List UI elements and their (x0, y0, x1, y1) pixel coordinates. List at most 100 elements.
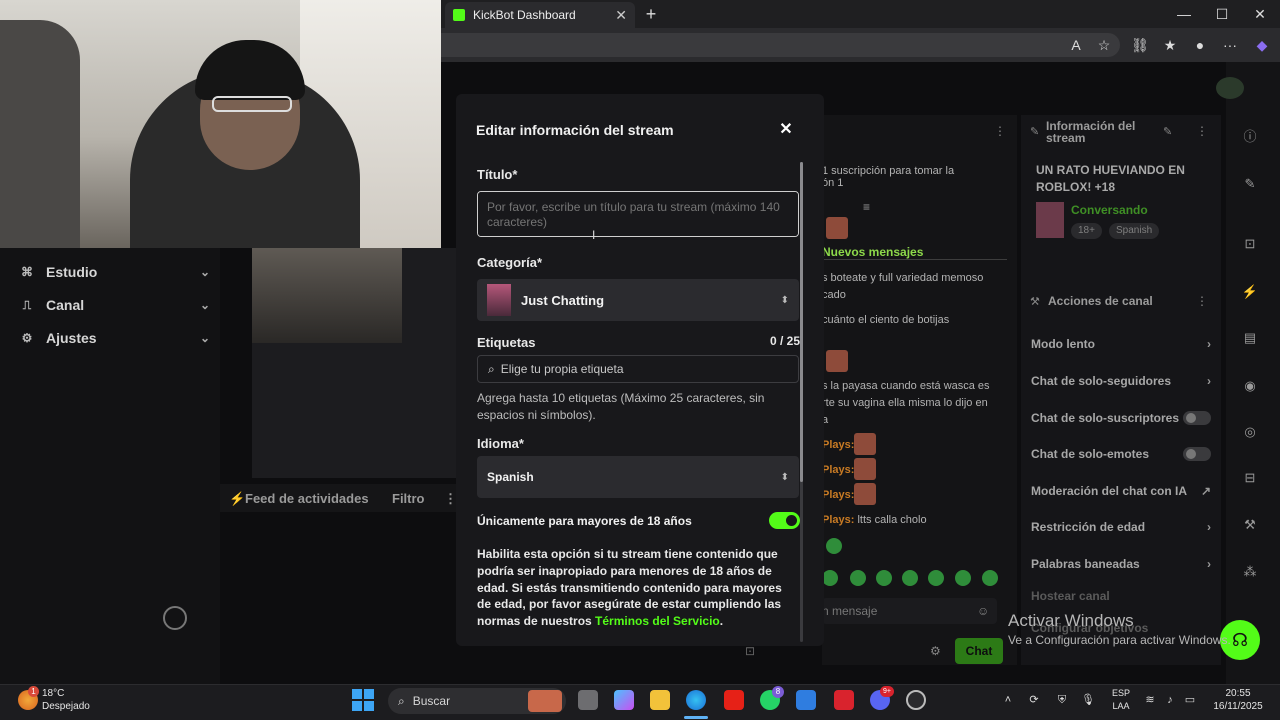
broadcast-icon[interactable]: ◎ (1240, 422, 1260, 442)
chat-message: Plays: ltts calla cholo (822, 512, 1012, 528)
bolt-icon[interactable]: ⚡ (1240, 282, 1260, 302)
wrench-icon: ✎ (1030, 126, 1040, 138)
avatar[interactable] (1216, 77, 1244, 99)
security-icon[interactable]: ⛨ (1054, 692, 1070, 708)
start-button[interactable] (352, 689, 374, 711)
youtube-icon[interactable] (724, 690, 744, 710)
taskbar-search[interactable]: ⌕ Buscar (388, 688, 566, 714)
close-icon[interactable]: ✕ (776, 120, 796, 140)
language-indicator-top[interactable]: ESP (1106, 688, 1136, 698)
category-select[interactable]: Just Chatting ⬍ (477, 279, 799, 321)
task-view-icon[interactable] (578, 690, 598, 710)
sidebar-item-estudio[interactable]: ⌘ Estudio ⌄ (20, 260, 210, 284)
terms-of-service-link[interactable]: Términos del Servicio (595, 614, 720, 628)
chat-send-button[interactable]: Chat (955, 638, 1003, 664)
stream-category[interactable]: Conversando (1071, 203, 1148, 217)
emotes-only-toggle[interactable] (1183, 447, 1211, 461)
weather-temperature[interactable]: 18°C (42, 688, 64, 699)
gear-icon[interactable]: ⚙ (930, 644, 941, 658)
favorites-icon[interactable]: ★ (1160, 35, 1180, 55)
search-highlight-icon (528, 690, 562, 712)
minimize-button[interactable]: — (1172, 4, 1196, 24)
sidebar-item-canal[interactable]: ⎍ Canal ⌄ (20, 293, 210, 317)
edge-icon[interactable] (686, 690, 706, 710)
chat-input[interactable]: n mensaje (822, 598, 997, 624)
close-window-button[interactable]: ✕ (1248, 4, 1272, 24)
new-tab-button[interactable]: + (641, 4, 661, 24)
action-ai-moderation[interactable]: Moderación del chat con IA ↗ (1031, 484, 1211, 498)
copilot-app-icon[interactable] (614, 690, 634, 710)
scrollbar-thumb[interactable] (800, 162, 803, 482)
emote (928, 570, 944, 586)
file-explorer-icon[interactable] (650, 690, 670, 710)
pencil-icon[interactable]: ✎ (1240, 174, 1260, 194)
adult-only-toggle[interactable] (769, 512, 800, 529)
info-icon[interactable]: ⓘ (1240, 127, 1260, 147)
weather-condition[interactable]: Despejado (42, 701, 90, 712)
favorite-star-icon[interactable]: ☆ (1094, 35, 1114, 55)
action-emotes-only[interactable]: Chat de solo-emotes (1031, 447, 1211, 461)
more-icon[interactable]: ⋮ (994, 124, 1006, 138)
chat-mode-icon[interactable]: ⊡ (745, 644, 755, 658)
webcam-bystander (0, 20, 80, 248)
action-slow-mode[interactable]: Modo lento › (1031, 337, 1211, 351)
emote (854, 458, 876, 480)
emoji-icon[interactable]: ☺ (977, 604, 989, 618)
emote (826, 217, 848, 239)
more-icon[interactable]: ⋮ (1196, 124, 1208, 138)
volume-icon[interactable]: ♪ (1162, 692, 1178, 708)
clock-date[interactable]: 16/11/2025 (1205, 701, 1271, 712)
more-icon[interactable]: ⋮ (1196, 294, 1208, 308)
chevron-down-icon: ⌄ (199, 265, 210, 279)
external-link-icon: ↗ (1200, 484, 1211, 498)
chat-username[interactable]: Plays: (822, 514, 854, 526)
wps-office-icon[interactable] (834, 690, 854, 710)
subscribers-only-toggle[interactable] (1183, 411, 1211, 425)
tab-kickbot-dashboard[interactable]: KickBot Dashboard ✕ (445, 2, 635, 28)
close-tab-icon[interactable]: ✕ (615, 7, 627, 24)
collapse-icon[interactable]: ≡ (863, 200, 870, 214)
chat-username[interactable]: Plays: (822, 489, 854, 501)
edit-icon[interactable]: ✎ (1163, 125, 1172, 138)
chat-username[interactable]: Plays: (822, 439, 854, 451)
chat-username[interactable]: Plays: (822, 464, 854, 476)
tag-pill: 18+ (1071, 223, 1102, 239)
layout-icon[interactable]: ⊟ (1240, 468, 1260, 488)
whatsapp-badge: 8 (772, 686, 784, 698)
read-aloud-icon[interactable]: A (1066, 35, 1086, 55)
language-value: Spanish (487, 470, 534, 484)
wrench-icon[interactable]: ⚒ (1240, 515, 1260, 535)
copilot-icon[interactable]: ◆ (1252, 35, 1272, 55)
address-bar[interactable] (440, 33, 1120, 57)
clock-time[interactable]: 20:55 (1205, 688, 1271, 699)
sidebar-item-ajustes[interactable]: ⚙ Ajustes ⌄ (20, 326, 210, 350)
chevron-up-icon[interactable]: ˄ (1000, 692, 1016, 708)
language-indicator-bottom[interactable]: LAA (1106, 701, 1136, 711)
action-banned-words[interactable]: Palabras baneadas › (1031, 557, 1211, 571)
maximize-button[interactable]: ☐ (1210, 4, 1234, 24)
filter-button[interactable]: Filtro (392, 491, 425, 506)
profile-icon[interactable]: ● (1190, 35, 1210, 55)
store-icon[interactable] (796, 690, 816, 710)
language-select[interactable]: Spanish ⬍ (477, 456, 799, 498)
action-followers-only[interactable]: Chat de solo-seguidores › (1031, 374, 1211, 388)
more-icon[interactable]: ··· (1220, 35, 1240, 55)
settings-dots-icon[interactable]: ⁂ (1240, 562, 1260, 582)
sync-icon[interactable]: ⟳ (1026, 692, 1042, 708)
action-age-restriction[interactable]: Restricción de edad › (1031, 520, 1211, 534)
stream-title-input[interactable] (477, 191, 799, 237)
microphone-icon[interactable]: 🎙 (1080, 692, 1096, 708)
chat-bubble-icon[interactable]: ◉ (1240, 376, 1260, 396)
wifi-icon[interactable]: ≋ (1142, 692, 1158, 708)
crop-icon[interactable]: ⊡ (1240, 234, 1260, 254)
new-messages-divider[interactable]: Nuevos mensajes (822, 245, 1007, 260)
action-host-channel[interactable]: Hostear canal (1031, 589, 1211, 603)
start-tile (364, 701, 374, 711)
extensions-icon[interactable]: ⛓ (1130, 35, 1150, 55)
obs-icon[interactable] (906, 690, 926, 710)
tags-input[interactable]: ⌕ Elige tu propia etiqueta (477, 355, 799, 383)
action-subscribers-only[interactable]: Chat de solo-suscriptores (1031, 411, 1211, 425)
battery-icon[interactable]: ▭ (1182, 692, 1198, 708)
modal-scrollbar[interactable] (800, 162, 803, 642)
document-icon[interactable]: ▤ (1240, 328, 1260, 348)
